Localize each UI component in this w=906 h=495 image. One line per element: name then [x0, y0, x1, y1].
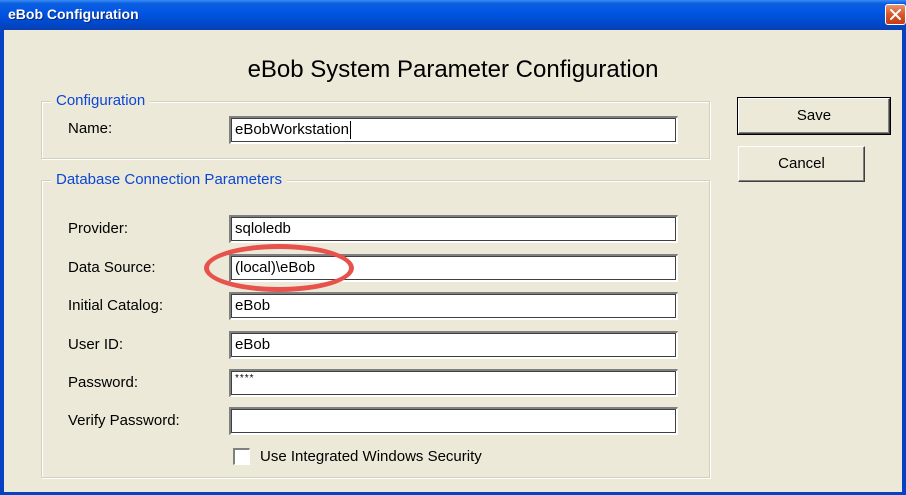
save-button[interactable]: Save — [737, 97, 891, 135]
user-id-label: User ID: — [68, 336, 124, 353]
data-source-field[interactable]: (local)\eBob — [229, 254, 678, 282]
close-icon — [890, 9, 901, 20]
integrated-security-checkbox[interactable] — [233, 448, 250, 465]
user-id-field[interactable]: eBob — [229, 331, 678, 359]
window-frame-left — [0, 30, 4, 495]
verify-password-label: Verify Password: — [68, 412, 180, 429]
integrated-security-label[interactable]: Use Integrated Windows Security — [260, 447, 482, 467]
provider-label: Provider: — [68, 220, 129, 237]
initial-catalog-label: Initial Catalog: — [68, 297, 164, 314]
database-connection-group-legend: Database Connection Parameters — [51, 170, 287, 190]
dialog-heading: eBob System Parameter Configuration — [247, 56, 659, 83]
save-button-label: Save — [796, 107, 832, 124]
password-field[interactable]: **** — [229, 369, 678, 397]
close-button[interactable] — [885, 4, 906, 25]
provider-field[interactable]: sqloledb — [229, 215, 678, 243]
name-label: Name: — [68, 120, 113, 137]
verify-password-field[interactable] — [229, 407, 678, 435]
text-cursor — [349, 121, 351, 140]
configuration-window: eBob Configuration eBob System Parameter… — [0, 0, 906, 495]
cancel-button-label: Cancel — [778, 155, 825, 172]
configuration-group-legend: Configuration — [51, 91, 151, 111]
cancel-button[interactable]: Cancel — [738, 146, 865, 182]
window-frame-right — [902, 30, 906, 495]
data-source-label: Data Source: — [68, 259, 156, 276]
name-field-value: eBobWorkstation — [235, 121, 349, 138]
name-field[interactable]: eBobWorkstation — [229, 116, 678, 144]
initial-catalog-field[interactable]: eBob — [229, 292, 678, 320]
password-label: Password: — [68, 374, 139, 391]
title-bar[interactable]: eBob Configuration — [0, 0, 906, 30]
window-title: eBob Configuration — [8, 6, 139, 22]
